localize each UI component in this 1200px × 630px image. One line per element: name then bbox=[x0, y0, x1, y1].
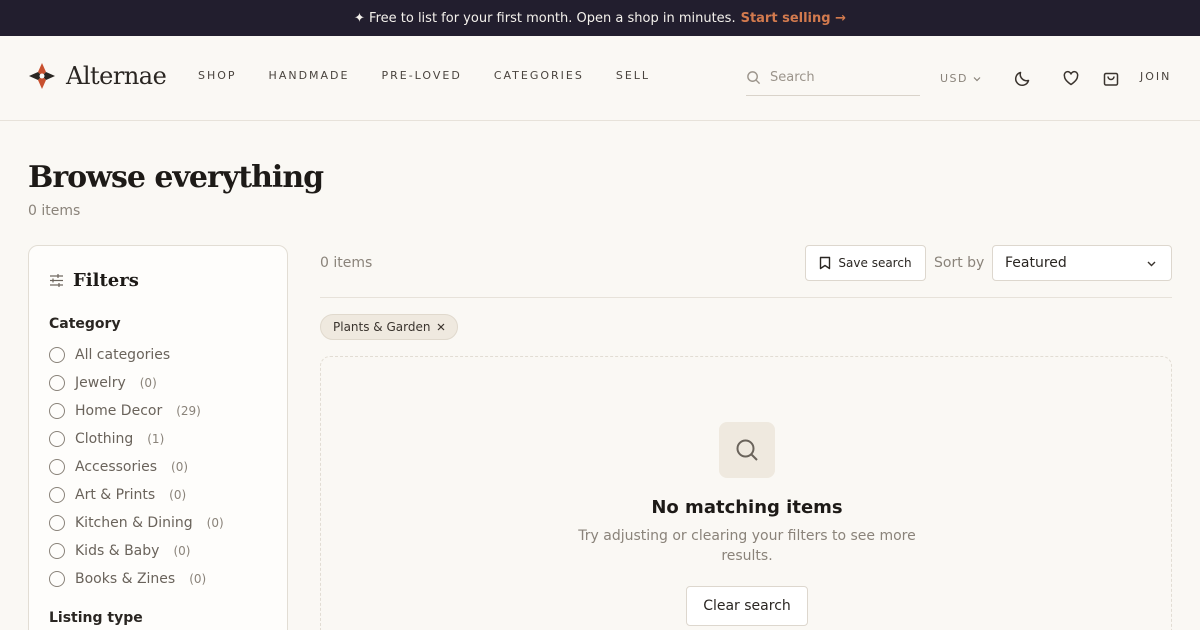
chip-label: Plants & Garden bbox=[333, 320, 431, 334]
sort-select[interactable]: Featured bbox=[992, 245, 1172, 281]
brand-name: Alternae bbox=[66, 62, 167, 90]
category-label: All categories bbox=[75, 347, 171, 363]
radio-icon bbox=[49, 515, 65, 531]
category-option[interactable]: Clothing (1) bbox=[49, 425, 279, 453]
sliders-icon bbox=[50, 274, 63, 287]
empty-state: No matching items Try adjusting or clear… bbox=[320, 356, 1172, 630]
listing-type-section-title: Listing type bbox=[49, 610, 143, 626]
currency-select[interactable]: USD bbox=[940, 72, 981, 85]
filters-panel: Filters Category All categories Jewelry … bbox=[28, 245, 288, 630]
category-count: (0) bbox=[189, 572, 207, 586]
radio-icon bbox=[49, 487, 65, 503]
category-option[interactable]: Accessories (0) bbox=[49, 453, 279, 481]
search-icon bbox=[736, 439, 758, 461]
radio-icon bbox=[49, 571, 65, 587]
filters-title: Filters bbox=[73, 270, 139, 291]
promo-banner: ✦ Free to list for your first month. Ope… bbox=[0, 0, 1200, 36]
main-nav: SHOP HANDMADE PRE-LOVED CATEGORIES SELL bbox=[198, 69, 682, 82]
category-count: (1) bbox=[147, 432, 165, 446]
category-label: Jewelry bbox=[75, 375, 126, 391]
empty-state-text: Try adjusting or clearing your filters t… bbox=[578, 528, 916, 564]
radio-icon bbox=[49, 543, 65, 559]
currency-value: USD bbox=[940, 72, 969, 85]
brand-logo[interactable]: Alternae bbox=[28, 62, 167, 90]
page-title: Browse everything bbox=[28, 160, 324, 195]
search-input[interactable] bbox=[770, 70, 910, 85]
promo-text: ✦ Free to list for your first month. Ope… bbox=[354, 10, 736, 26]
category-option[interactable]: Art & Prints (0) bbox=[49, 481, 279, 509]
search-icon bbox=[747, 71, 761, 85]
category-count: (0) bbox=[206, 516, 224, 530]
results-count: 0 items bbox=[320, 255, 373, 271]
radio-icon bbox=[49, 375, 65, 391]
category-label: Home Decor bbox=[75, 403, 163, 419]
sort-value: Featured bbox=[1005, 255, 1067, 271]
category-label: Kitchen & Dining bbox=[75, 515, 193, 531]
filters-header: Filters bbox=[49, 270, 139, 291]
nav-categories[interactable]: CATEGORIES bbox=[494, 69, 584, 82]
active-filter-chip[interactable]: Plants & Garden bbox=[320, 314, 459, 340]
category-option[interactable]: Jewelry (0) bbox=[49, 369, 279, 397]
clear-search-button[interactable]: Clear search bbox=[686, 586, 808, 626]
save-search-button[interactable]: Save search bbox=[805, 245, 926, 281]
heart-icon[interactable] bbox=[1061, 68, 1081, 88]
radio-icon bbox=[49, 403, 65, 419]
category-option[interactable]: Kids & Baby (0) bbox=[49, 537, 279, 565]
save-search-label: Save search bbox=[838, 256, 912, 270]
chevron-down-icon bbox=[973, 76, 981, 81]
category-list: All categories Jewelry (0) Home Decor (2… bbox=[49, 341, 279, 587]
toolbar-divider bbox=[320, 297, 1172, 298]
moon-icon[interactable] bbox=[1013, 68, 1033, 88]
nav-handmade[interactable]: HANDMADE bbox=[269, 69, 350, 82]
category-count: (0) bbox=[169, 488, 187, 502]
category-option[interactable]: Books & Zines (0) bbox=[49, 565, 279, 587]
close-icon[interactable] bbox=[437, 323, 445, 331]
empty-state-title: No matching items bbox=[651, 497, 843, 518]
bag-icon[interactable] bbox=[1101, 68, 1121, 88]
page-item-count: 0 items bbox=[28, 203, 81, 219]
start-selling-link[interactable]: Start selling → bbox=[741, 11, 846, 26]
join-link[interactable]: JOIN bbox=[1140, 70, 1171, 83]
category-count: (0) bbox=[173, 544, 191, 558]
chevron-down-icon bbox=[1147, 261, 1156, 266]
empty-search-icon bbox=[719, 422, 775, 478]
sort-label: Sort by bbox=[934, 255, 985, 271]
bookmark-icon bbox=[820, 256, 831, 270]
category-count: (0) bbox=[171, 460, 189, 474]
category-count: (29) bbox=[176, 404, 201, 418]
category-option[interactable]: All categories bbox=[49, 341, 279, 369]
category-option[interactable]: Home Decor (29) bbox=[49, 397, 279, 425]
category-label: Art & Prints bbox=[75, 487, 156, 503]
site-header: Alternae SHOP HANDMADE PRE-LOVED CATEGOR… bbox=[0, 36, 1200, 121]
brand-mark-icon bbox=[29, 63, 55, 89]
nav-sell[interactable]: SELL bbox=[616, 69, 650, 82]
radio-icon bbox=[49, 347, 65, 363]
category-label: Clothing bbox=[75, 431, 134, 447]
nav-shop[interactable]: SHOP bbox=[198, 69, 237, 82]
category-section-title: Category bbox=[49, 316, 121, 332]
category-label: Accessories bbox=[75, 459, 158, 475]
category-label: Kids & Baby bbox=[75, 543, 160, 559]
category-count: (0) bbox=[139, 376, 157, 390]
nav-pre-loved[interactable]: PRE-LOVED bbox=[381, 69, 461, 82]
search-box bbox=[746, 60, 920, 96]
category-label: Books & Zines bbox=[75, 571, 176, 587]
radio-icon bbox=[49, 431, 65, 447]
radio-icon bbox=[49, 459, 65, 475]
category-option[interactable]: Kitchen & Dining (0) bbox=[49, 509, 279, 537]
